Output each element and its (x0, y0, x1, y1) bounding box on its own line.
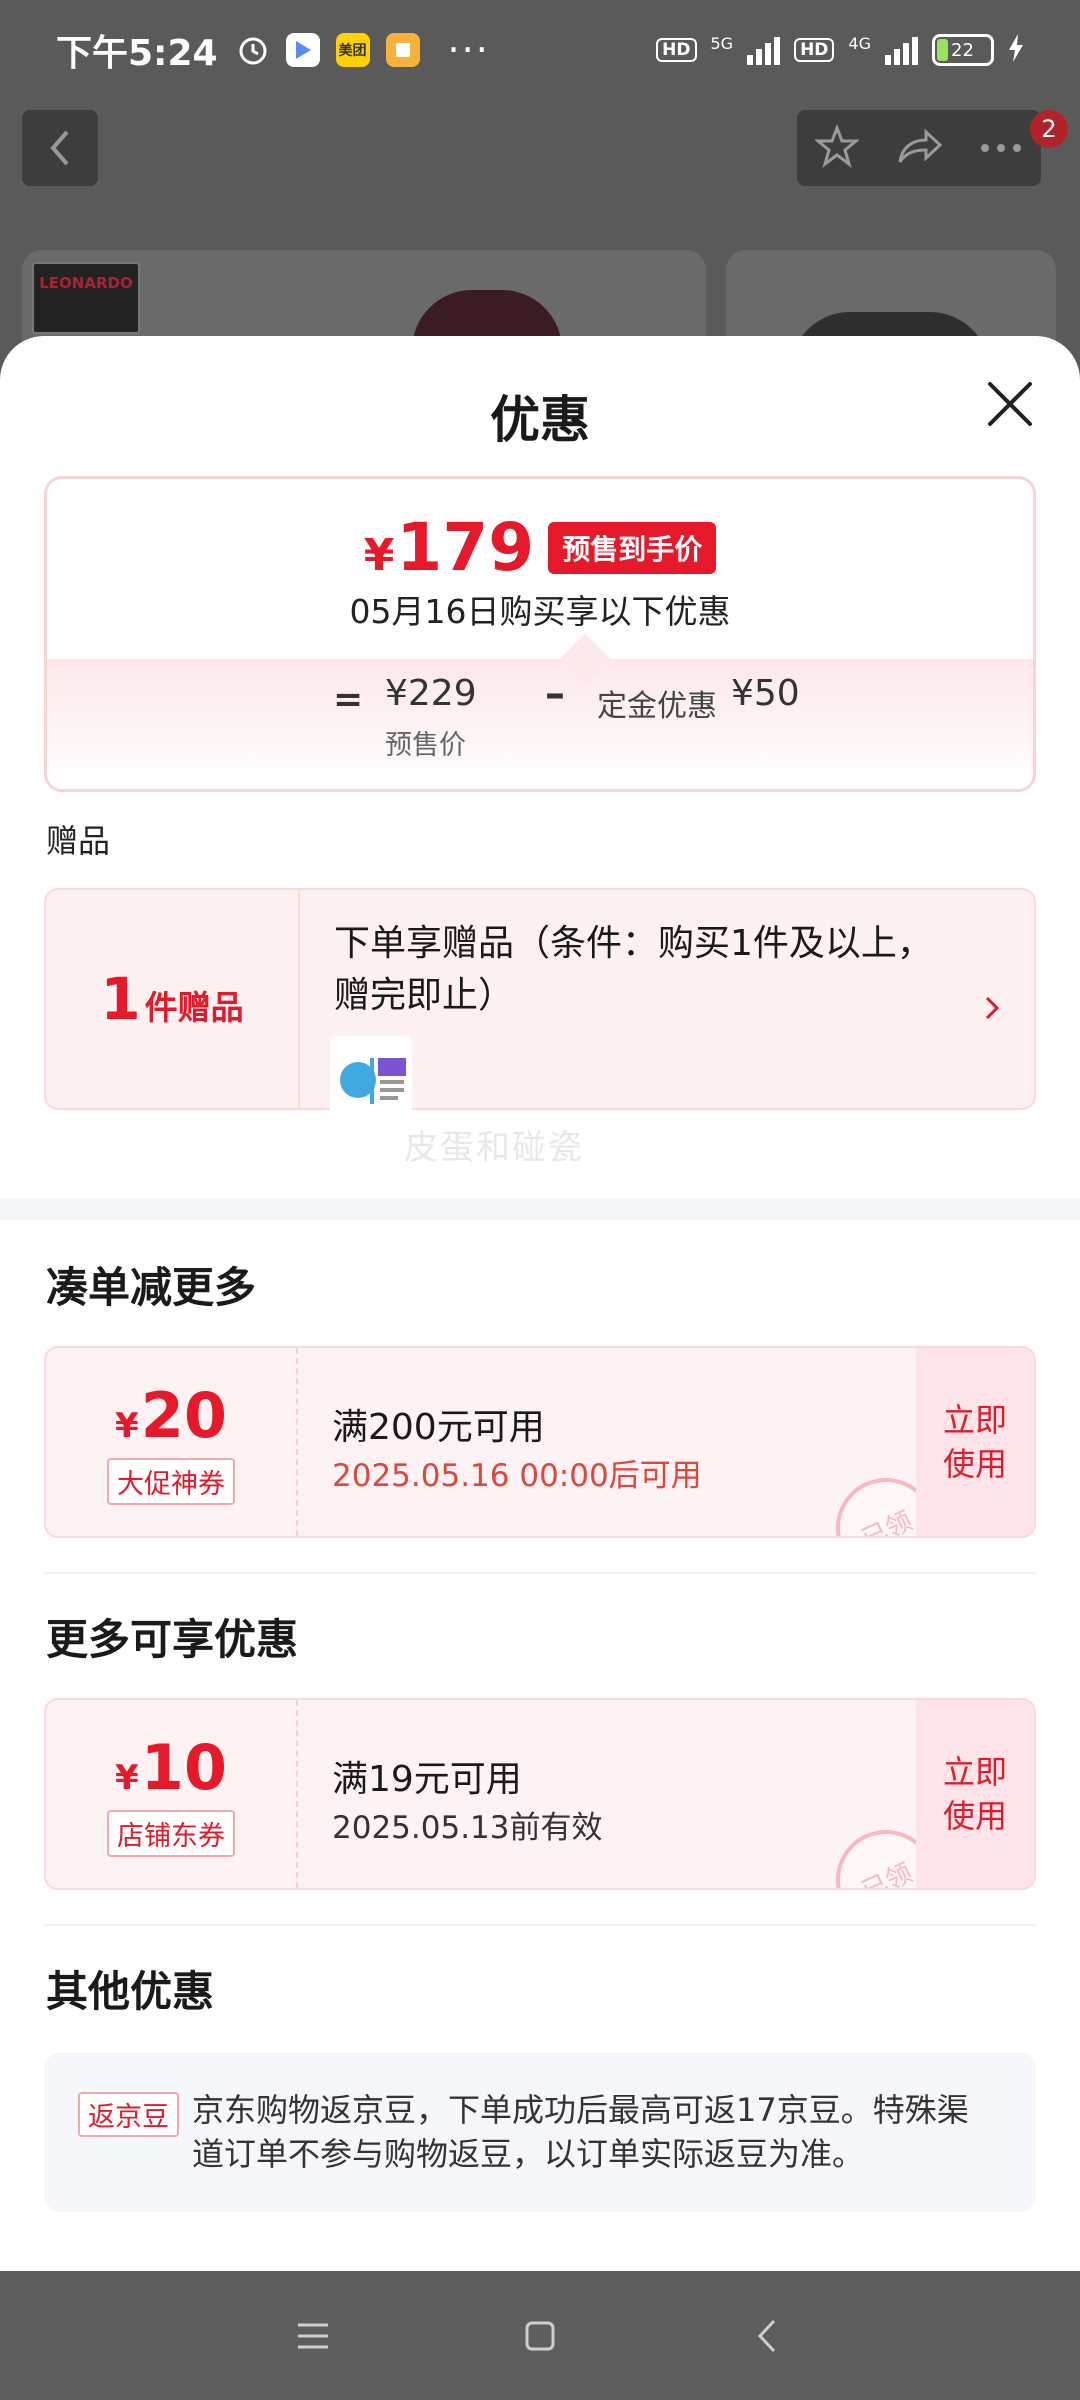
gift-count-number: 1 (100, 965, 141, 1033)
watermark: 皮蛋和碰瓷 (404, 1128, 584, 1168)
currency-symbol: ¥ (363, 530, 395, 581)
menu-button[interactable] (283, 2306, 343, 2366)
presale-price: ¥229 (385, 673, 477, 714)
status-right: HD 5G HD 4G 22 (656, 33, 1024, 67)
price-formula (47, 659, 1033, 789)
jingdou-rebate-info: 返京豆 京东购物返京豆，下单成功后最高可返17京豆。特殊渠道订单不参与购物返豆，… (44, 2052, 1036, 2212)
star-icon[interactable] (814, 123, 861, 172)
coupon-amount: 10 (140, 1731, 227, 1804)
final-price-value: 179 (396, 509, 535, 586)
coupon-amount: 20 (140, 1379, 227, 1452)
chevron-left-icon (50, 130, 69, 166)
coupon-value: ¥ 10 (115, 1731, 227, 1804)
menu-icon (298, 2323, 329, 2348)
brand-logo: LEONARDO (32, 262, 140, 334)
hd-icon: HD (656, 38, 697, 62)
status-time: 下午5:24 (56, 33, 218, 74)
deposit-discount-value: ¥50 (731, 673, 800, 714)
notification-badge: 2 (1030, 110, 1068, 148)
home-button[interactable] (510, 2306, 570, 2366)
system-nav-bar (0, 2271, 1080, 2400)
hairline-divider (44, 1924, 1036, 1926)
coupon-value-area: ¥ 20 大促神券 (46, 1348, 298, 1536)
close-icon (988, 382, 1032, 426)
coupon-type-badge: 店铺东券 (107, 1810, 235, 1857)
minus-sign: – (545, 671, 565, 717)
signal-icon (747, 35, 781, 65)
chevron-right-icon (984, 994, 1000, 1029)
coupon-condition: 满19元可用 (332, 1759, 522, 1800)
gift-card[interactable]: 1 件赠品 下单享赠品（条件：购买1件及以上，赠完即止） (44, 888, 1036, 1118)
presale-price-label: 预售价 (385, 730, 466, 761)
more-horizontal-icon[interactable] (979, 139, 1023, 158)
gift-thumbnail (330, 1036, 412, 1118)
coupon-type-badge: 大促神券 (107, 1458, 235, 1505)
final-price: ¥ 179 (364, 509, 534, 586)
meituan-icon: 美团 (335, 33, 370, 67)
jingdou-rebate-text: 京东购物返京豆，下单成功后最高可返17京豆。特殊渠道订单不参与购物返豆，以订单实… (192, 2091, 969, 2173)
more-dots-icon: ··· (447, 28, 490, 72)
hairline-divider (44, 1572, 1036, 1574)
alarm-icon (236, 33, 270, 67)
network-5g-label: 5G (710, 33, 734, 53)
coupon-condition: 满200元可用 (332, 1407, 545, 1448)
final-price-tag: 预售到手价 (548, 521, 717, 574)
network-4g-label: 4G (848, 33, 871, 53)
gift-section-label: 赠品 (46, 822, 111, 860)
back-button[interactable] (22, 110, 98, 186)
coupon-card-2: ¥ 10 店铺东券 满19元可用 2025.05.13前有效 已领 立即使用 (44, 1698, 1036, 1890)
back-icon (757, 2319, 775, 2352)
use-now-button[interactable]: 立即使用 (916, 1348, 1034, 1536)
signal-icon-2 (885, 35, 918, 65)
play-store-icon (285, 33, 320, 67)
back-nav-button[interactable] (737, 2306, 797, 2366)
price-breakdown: ¥ 179 预售到手价 05月16日购买享以下优惠 = ¥229 预售价 – 定… (44, 476, 1036, 792)
equals-sign: = (333, 679, 364, 720)
gift-count: 1 件赠品 (46, 890, 300, 1108)
gift-description: 下单享赠品（条件：购买1件及以上，赠完即止） (334, 923, 933, 1016)
charging-icon (1008, 33, 1024, 67)
purchase-date-note: 05月16日购买享以下优惠 (349, 592, 731, 631)
notes-icon (385, 33, 420, 67)
gift-count-unit: 件赠品 (144, 988, 244, 1027)
close-button[interactable] (982, 376, 1038, 432)
status-bar: 下午5:24 美团 ··· HD 5G HD 4G 22 (0, 0, 1080, 100)
coupon-value-area: ¥ 10 店铺东券 (46, 1700, 298, 1888)
bundle-section-title: 凑单减更多 (46, 1263, 257, 1312)
coupon-validity: 2025.05.13前有效 (332, 1810, 603, 1846)
home-icon (525, 2321, 555, 2350)
share-icon[interactable] (896, 126, 943, 170)
section-divider (0, 1198, 1080, 1220)
use-now-button-2[interactable]: 立即使用 (916, 1700, 1034, 1888)
battery-icon: 22 (932, 34, 994, 66)
coupon-value: ¥ 20 (115, 1379, 227, 1452)
other-offers-title: 其他优惠 (46, 1967, 215, 2016)
battery-level: 22 (951, 39, 974, 61)
jingdou-tag: 返京豆 (78, 2092, 179, 2137)
use-now-label: 立即使用 (942, 1753, 1007, 1835)
currency-symbol: ¥ (115, 1758, 139, 1798)
use-now-label: 立即使用 (942, 1401, 1007, 1483)
hd-icon-2: HD (794, 38, 835, 62)
more-offers-title: 更多可享优惠 (46, 1615, 299, 1664)
coupon-card: ¥ 20 大促神券 满200元可用 2025.05.16 00:00后可用 已领… (44, 1346, 1036, 1538)
sheet-title: 优惠 (490, 391, 590, 449)
promotion-sheet: 优惠 ¥ 179 预售到手价 05月16日购买享以下优惠 = ¥229 预售价 … (0, 336, 1080, 2271)
coupon-validity: 2025.05.16 00:00后可用 (332, 1458, 702, 1494)
header-actions (797, 110, 1041, 186)
deposit-discount-label: 定金优惠 (597, 689, 717, 724)
currency-symbol: ¥ (115, 1406, 139, 1446)
